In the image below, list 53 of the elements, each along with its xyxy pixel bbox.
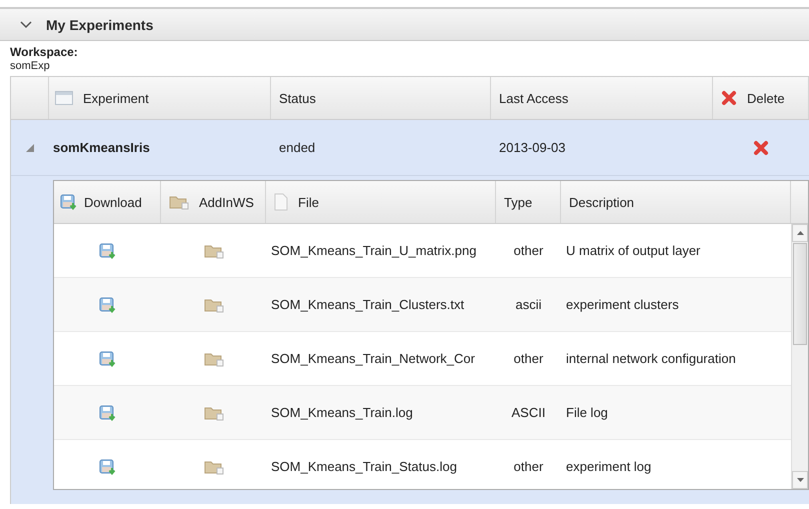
save-icon[interactable] bbox=[98, 242, 116, 258]
description-cell-text: internal network configuration bbox=[565, 351, 737, 366]
status-cell-text: ended bbox=[278, 140, 316, 155]
description-cell-text: File log bbox=[565, 405, 609, 420]
column-header[interactable]: Type bbox=[496, 181, 561, 223]
file-name: SOM_Kmeans_Train.log bbox=[270, 405, 414, 420]
expand-triangle-icon[interactable] bbox=[25, 142, 35, 152]
folder-icon[interactable] bbox=[204, 242, 224, 258]
file-name: SOM_Kmeans_Train_Clusters.txt bbox=[270, 297, 466, 312]
file-icon bbox=[274, 193, 288, 211]
description-cell-text: experiment clusters bbox=[565, 297, 680, 312]
save-icon[interactable] bbox=[98, 404, 116, 420]
folder-icon[interactable] bbox=[204, 350, 224, 366]
description-cell-text: experiment log bbox=[565, 459, 652, 474]
experiment-name: somKmeansIris bbox=[52, 140, 151, 155]
workspace-label: Workspace: bbox=[9, 44, 79, 59]
column-header[interactable]: Experiment bbox=[49, 77, 271, 119]
table-icon bbox=[55, 91, 73, 105]
folder-icon[interactable] bbox=[204, 404, 224, 420]
file-name: SOM_Kmeans_Train_U_matrix.png bbox=[270, 243, 478, 258]
column-header[interactable]: Status bbox=[271, 77, 491, 119]
panel-title: My Experiments bbox=[46, 16, 154, 32]
delete-icon[interactable] bbox=[753, 140, 769, 156]
type-cell-text: ascii bbox=[514, 297, 542, 312]
type-cell-text: ASCII bbox=[510, 405, 546, 420]
column-header[interactable]: Last Access bbox=[491, 77, 713, 119]
folder-icon[interactable] bbox=[204, 296, 224, 312]
folder-icon[interactable] bbox=[204, 458, 224, 474]
panel-header[interactable]: My Experiments bbox=[0, 7, 809, 41]
type-cell-text: other bbox=[512, 351, 544, 366]
description-cell-text: U matrix of output layer bbox=[565, 243, 702, 258]
column-header[interactable]: Download bbox=[54, 181, 161, 223]
date-cell-text: 2013-09-03 bbox=[498, 140, 566, 155]
file-name: SOM_Kmeans_Train_Status.log bbox=[270, 459, 458, 474]
column-header[interactable]: Delete bbox=[713, 77, 809, 119]
save-icon[interactable] bbox=[98, 350, 116, 366]
type-cell-text: other bbox=[512, 243, 544, 258]
chevron-icon[interactable] bbox=[20, 20, 32, 28]
column-header[interactable]: File bbox=[266, 181, 496, 223]
scroll-down-icon[interactable] bbox=[796, 478, 804, 482]
save-icon[interactable] bbox=[98, 296, 116, 312]
folder-icon[interactable] bbox=[169, 194, 189, 210]
file-name: SOM_Kmeans_Train_Network_Cor bbox=[270, 351, 476, 366]
column-header[interactable]: AddInWS bbox=[161, 181, 266, 223]
save-icon[interactable] bbox=[60, 194, 78, 210]
experiment-row[interactable]: somKmeansIris ended 2013-09-03 bbox=[11, 120, 809, 176]
save-icon[interactable] bbox=[98, 458, 116, 474]
column-header[interactable]: Description bbox=[561, 181, 791, 223]
scrollbar[interactable] bbox=[791, 224, 808, 489]
scroll-up-icon[interactable] bbox=[796, 231, 804, 235]
type-cell-text: other bbox=[512, 459, 544, 474]
workspace-name: somExp bbox=[9, 59, 51, 74]
delete-icon bbox=[721, 90, 737, 106]
